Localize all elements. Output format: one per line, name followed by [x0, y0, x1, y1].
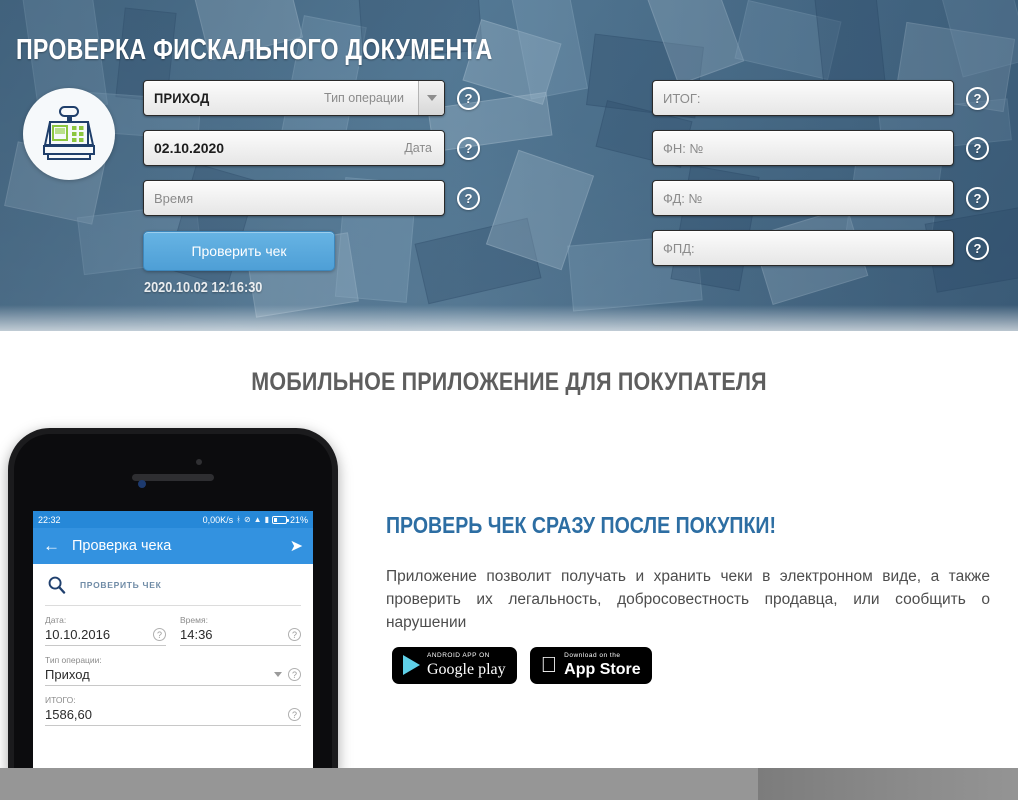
app-total-value: 1586,60 — [45, 707, 92, 722]
operation-type-help-icon[interactable]: ? — [457, 86, 480, 110]
google-play-bottom-text: Google play — [427, 660, 506, 678]
fd-help-icon[interactable]: ? — [966, 186, 989, 210]
app-store-top-text: Download on the — [547, 652, 620, 659]
operation-type-dropdown-button[interactable] — [418, 81, 444, 115]
phone-sensor-icon — [196, 459, 202, 465]
google-play-badge[interactable]: ANDROID APP ON Google play — [392, 647, 517, 684]
app-content: ПРОВЕРИТЬ ЧЕК Дата: 10.10.2016 ? Время: … — [33, 564, 313, 726]
date-row: 02.10.2020 Дата ? — [143, 130, 480, 166]
server-timestamp: 2020.10.02 12:16:30 — [144, 279, 263, 296]
app-optype-field[interactable]: Тип операции: Приход ? — [45, 655, 301, 686]
signal-icon: ▮ — [264, 515, 269, 524]
app-optype-label: Тип операции: — [45, 655, 102, 665]
fpd-row: ФПД: ? — [652, 230, 989, 266]
back-arrow-icon[interactable]: ← — [43, 536, 60, 556]
app-time-label: Время: — [180, 615, 208, 625]
bottom-bar — [0, 768, 1018, 800]
operation-type-value: ПРИХОД — [154, 90, 210, 106]
fn-placeholder: ФН: № — [663, 140, 704, 156]
fd-row: ФД: № ? — [652, 180, 989, 216]
app-time-help-icon[interactable]: ? — [288, 628, 301, 641]
send-icon[interactable]: ➤ — [290, 536, 303, 556]
app-optype-value: Приход — [45, 667, 90, 682]
fpd-input[interactable]: ФПД: — [652, 230, 954, 266]
total-input[interactable]: ИТОГ: — [652, 80, 954, 116]
operation-type-label: Тип операции — [323, 91, 404, 105]
operation-type-row: ПРИХОД Тип операции ? — [143, 80, 480, 116]
chevron-down-icon — [426, 95, 437, 101]
bluetooth-icon: ᚼ — [236, 515, 241, 524]
phone-bezel: 22:32 0,00K/s ᚼ ⊘ ▲ ▮ 21% ← Проверка чек… — [14, 434, 332, 773]
app-time-field[interactable]: Время: 14:36 ? — [180, 615, 301, 646]
google-play-icon — [403, 655, 420, 676]
mute-icon: ⊘ — [243, 515, 251, 524]
total-placeholder: ИТОГ: — [663, 90, 701, 106]
app-date-label: Дата: — [45, 615, 67, 625]
app-optype-help-icon[interactable]: ? — [288, 668, 301, 681]
status-network-speed: 0,00K/s — [202, 514, 234, 525]
check-receipt-button[interactable]: Проверить чек — [143, 231, 335, 271]
phone-camera-icon — [138, 480, 146, 488]
battery-icon — [271, 515, 289, 524]
time-placeholder: Время — [154, 190, 194, 206]
fd-input[interactable]: ФД: № — [652, 180, 954, 216]
app-date-value: 10.10.2016 — [45, 627, 111, 642]
app-date-help-icon[interactable]: ? — [153, 628, 166, 641]
app-store-badge[interactable]:  Download on the App Store — [529, 647, 652, 684]
time-input[interactable]: Время — [143, 180, 445, 216]
total-row: ИТОГ: ? — [652, 80, 989, 116]
app-total-help-icon[interactable]: ? — [288, 708, 301, 721]
promo-headline: ПРОВЕРЬ ЧЕК СРАЗУ ПОСЛЕ ПОКУПКИ! — [386, 512, 776, 538]
operation-type-select[interactable]: ПРИХОД Тип операции — [143, 80, 445, 116]
promo-description: Приложение позволит получать и хранить ч… — [386, 568, 990, 631]
chevron-down-icon[interactable] — [274, 672, 282, 677]
bottom-bar-segment — [758, 768, 1018, 800]
status-time: 22:32 — [38, 514, 61, 525]
google-play-top-text: ANDROID APP ON — [427, 652, 490, 659]
phone-screen: 22:32 0,00K/s ᚼ ⊘ ▲ ▮ 21% ← Проверка чек… — [33, 511, 313, 773]
fpd-help-icon[interactable]: ? — [966, 236, 989, 260]
app-total-label: ИТОГО: — [45, 695, 76, 705]
app-search-label: ПРОВЕРИТЬ ЧЕК — [80, 579, 162, 590]
app-form: Дата: 10.10.2016 ? Время: 14:36 ? Тип оп… — [33, 606, 313, 726]
app-store-bottom-text: App Store — [547, 660, 640, 678]
cash-register-icon — [23, 88, 115, 180]
app-time-value: 14:36 — [180, 627, 213, 642]
fn-input[interactable]: ФН: № — [652, 130, 954, 166]
page-title: ПРОВЕРКА ФИСКАЛЬНОГО ДОКУМЕНТА — [16, 34, 493, 66]
apple-logo-icon:  — [541, 654, 558, 676]
app-search-row[interactable]: ПРОВЕРИТЬ ЧЕК — [33, 564, 313, 605]
fpd-placeholder: ФПД: — [663, 240, 695, 256]
time-row: Время ? — [143, 180, 480, 216]
store-badges: ANDROID APP ON Google play  Download on… — [392, 647, 652, 684]
wifi-icon: ▲ — [253, 515, 262, 524]
header-banner: ПРОВЕРКА ФИСКАЛЬНОГО ДОКУМЕНТА ПРИХОД Ти… — [0, 0, 1018, 331]
app-total-field[interactable]: ИТОГО: 1586,60 ? — [45, 695, 301, 726]
status-battery-percent: 21% — [289, 514, 308, 525]
app-title: Проверка чека — [72, 538, 172, 554]
search-icon — [48, 576, 66, 594]
fd-placeholder: ФД: № — [663, 190, 703, 206]
app-date-field[interactable]: Дата: 10.10.2016 ? — [45, 615, 166, 646]
header-bottom-fade — [0, 305, 1018, 331]
total-help-icon[interactable]: ? — [966, 86, 989, 110]
fn-help-icon[interactable]: ? — [966, 136, 989, 160]
promo-section-title: МОБИЛЬНОЕ ПРИЛОЖЕНИЕ ДЛЯ ПОКУПАТЕЛЯ — [251, 368, 767, 396]
phone-status-bar: 22:32 0,00K/s ᚼ ⊘ ▲ ▮ 21% — [33, 511, 313, 528]
app-top-bar: ← Проверка чека ➤ — [33, 528, 313, 564]
date-help-icon[interactable]: ? — [457, 136, 480, 160]
fn-row: ФН: № ? — [652, 130, 989, 166]
date-label: Дата — [404, 141, 432, 155]
time-help-icon[interactable]: ? — [457, 186, 480, 210]
date-value: 02.10.2020 — [154, 140, 225, 156]
date-input[interactable]: 02.10.2020 Дата — [143, 130, 445, 166]
phone-mockup: 22:32 0,00K/s ᚼ ⊘ ▲ ▮ 21% ← Проверка чек… — [8, 428, 338, 773]
